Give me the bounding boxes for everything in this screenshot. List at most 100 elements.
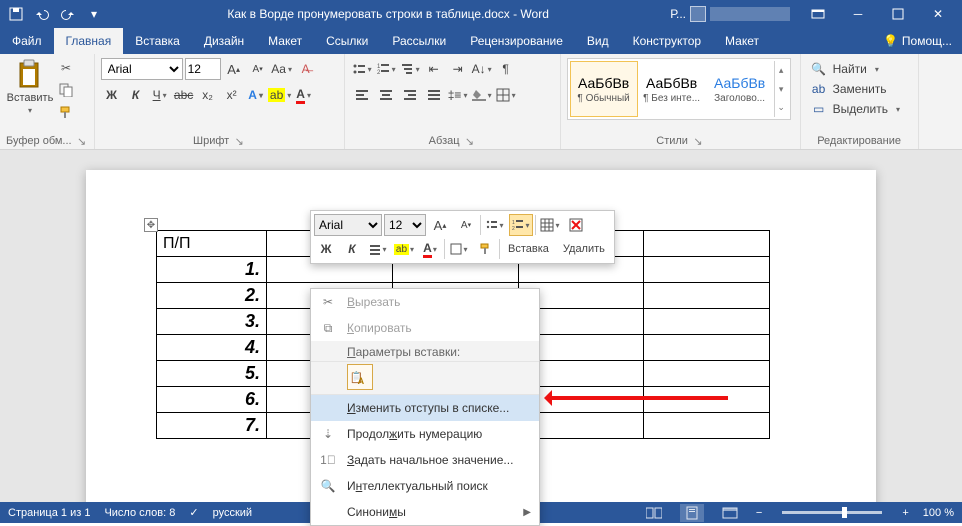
mini-shrink-font[interactable]: A▾ [454,214,478,236]
zoom-level[interactable]: 100 % [923,507,954,519]
mini-bullets[interactable] [483,214,507,236]
multilevel-list-button[interactable] [399,58,421,80]
dialog-launcher-icon[interactable]: ↘ [76,135,88,147]
shading-button[interactable] [471,84,493,106]
tab-file[interactable]: Файл [0,28,54,54]
mini-table-delete[interactable] [564,214,588,236]
menu-copy[interactable]: ⧉Копировать [311,315,539,341]
shrink-font-button[interactable]: A▾ [247,58,269,80]
zoom-in[interactable]: + [902,507,908,519]
select-button[interactable]: ▭Выделить▾ [807,100,904,118]
menu-set-start-value[interactable]: 1⃞Задать начальное значение... [311,447,539,473]
zoom-slider[interactable] [782,511,882,514]
mini-table-insert[interactable] [538,214,562,236]
bold-button[interactable]: Ж [101,84,123,106]
close-button[interactable]: ✕ [918,0,958,28]
mini-grow-font[interactable]: A▴ [428,214,452,236]
bullets-button[interactable] [351,58,373,80]
subscript-button[interactable]: x₂ [197,84,219,106]
status-proofing[interactable]: ✓ [189,506,198,519]
view-read-mode[interactable] [642,504,666,522]
copy-button[interactable] [56,80,76,100]
underline-button[interactable]: Ч [149,84,171,106]
paste-button[interactable]: Вставить ▾ [6,58,54,115]
show-marks-button[interactable]: ¶ [495,58,517,80]
mini-numbering[interactable]: 12 [509,214,533,236]
mini-font-color[interactable]: A [418,238,442,260]
mini-insert-label[interactable]: Вставка [502,238,555,260]
cut-button[interactable]: ✂ [56,58,76,78]
undo-button[interactable] [30,2,54,26]
status-words[interactable]: Число слов: 8 [104,507,175,519]
tab-design[interactable]: Дизайн [192,28,256,54]
mini-bold[interactable]: Ж [314,238,338,260]
grow-font-button[interactable]: A▴ [223,58,245,80]
mini-underline[interactable] [366,238,390,260]
change-case-button[interactable]: Aa [271,58,293,80]
menu-cut[interactable]: ✂Вырезать [311,289,539,315]
header-cell[interactable]: П/П [157,231,267,257]
mini-highlight[interactable]: ab [392,238,416,260]
tab-layout[interactable]: Макет [256,28,314,54]
increase-indent-button[interactable]: ⇥ [447,58,469,80]
account-control[interactable]: Р... [670,6,790,22]
mini-delete-label[interactable]: Удалить [557,238,611,260]
style-heading1[interactable]: АаБбВвЗаголово... [706,61,774,117]
italic-button[interactable]: К [125,84,147,106]
tab-review[interactable]: Рецензирование [458,28,575,54]
status-language[interactable]: русский [213,507,252,519]
menu-change-list-indent[interactable]: Изменить отступы в списке... [311,395,539,421]
align-right-button[interactable] [399,84,421,106]
status-page[interactable]: Страница 1 из 1 [8,507,90,519]
decrease-indent-button[interactable]: ⇤ [423,58,445,80]
mini-font-name[interactable]: Arial [314,214,382,236]
dialog-launcher-icon[interactable]: ↘ [692,135,704,147]
styles-scroll[interactable]: ▴▾⌄ [774,61,788,117]
font-color-button[interactable]: A [293,84,315,106]
zoom-out[interactable]: − [756,507,762,519]
tab-references[interactable]: Ссылки [314,28,380,54]
dialog-launcher-icon[interactable]: ↘ [464,135,476,147]
maximize-button[interactable] [878,0,918,28]
mini-font-size[interactable]: 12 [384,214,426,236]
view-web-layout[interactable] [718,504,742,522]
minimize-button[interactable]: ─ [838,0,878,28]
font-size-input[interactable] [185,58,221,80]
align-left-button[interactable] [351,84,373,106]
paste-text-only[interactable]: 📋A [347,364,373,390]
superscript-button[interactable]: x² [221,84,243,106]
line-spacing-button[interactable]: ‡≡ [447,84,469,106]
tab-home[interactable]: Главная [54,28,124,54]
align-center-button[interactable] [375,84,397,106]
font-name-select[interactable]: Arial [101,58,183,80]
replace-button[interactable]: abЗаменить [807,80,904,98]
ribbon-display-button[interactable] [798,7,838,21]
clear-formatting-button[interactable]: A̶ [295,58,317,80]
tab-table-design[interactable]: Конструктор [621,28,713,54]
menu-continue-numbering[interactable]: ⇣Продолжить нумерацию [311,421,539,447]
save-button[interactable] [4,2,28,26]
sort-button[interactable]: A↓ [471,58,493,80]
tab-mailings[interactable]: Рассылки [380,28,458,54]
tell-me[interactable]: 💡Помощ... [873,28,962,54]
highlight-button[interactable]: ab [269,84,291,106]
table-move-handle[interactable]: ✥ [144,218,158,232]
borders-button[interactable] [495,84,517,106]
format-painter-button[interactable] [56,102,76,122]
menu-smart-lookup[interactable]: 🔍Интеллектуальный поиск [311,473,539,499]
mini-borders[interactable] [447,238,471,260]
qat-customize-button[interactable]: ▾ [82,2,106,26]
style-no-spacing[interactable]: АаБбВв¶ Без инте... [638,61,706,117]
styles-gallery[interactable]: АаБбВв¶ Обычный АаБбВв¶ Без инте... АаБб… [567,58,791,120]
dialog-launcher-icon[interactable]: ↘ [233,135,245,147]
find-button[interactable]: 🔍Найти▾ [807,60,904,78]
redo-button[interactable] [56,2,80,26]
view-print-layout[interactable] [680,504,704,522]
tab-table-layout[interactable]: Макет [713,28,771,54]
tab-insert[interactable]: Вставка [123,28,192,54]
tab-view[interactable]: Вид [575,28,621,54]
text-effects-button[interactable]: A [245,84,267,106]
numbering-button[interactable]: 12 [375,58,397,80]
justify-button[interactable] [423,84,445,106]
style-normal[interactable]: АаБбВв¶ Обычный [570,61,638,117]
